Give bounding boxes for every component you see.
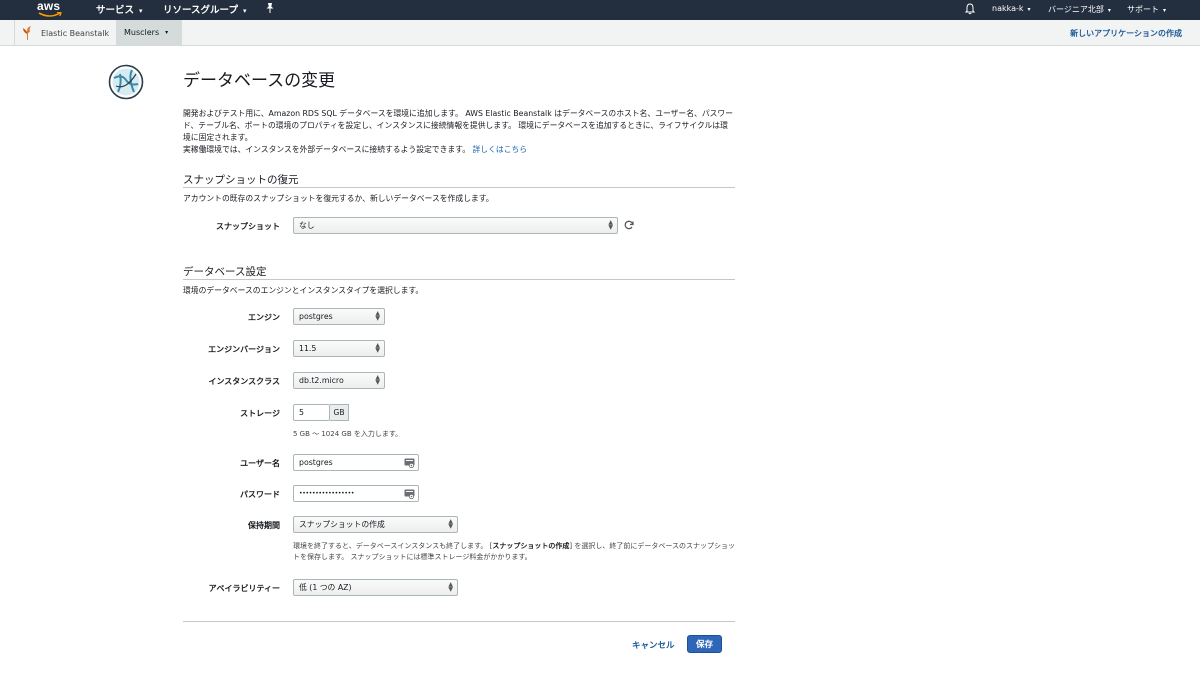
chevron-down-icon: ▾ [1163, 7, 1167, 14]
learn-more-link[interactable]: 詳しくはこちら [472, 145, 527, 154]
select-arrows-icon: ▲ ▼ [608, 219, 613, 231]
pin-icon[interactable] [265, 2, 275, 17]
page-title: データベースの変更 [183, 71, 336, 91]
select-arrows-icon: ▲ ▼ [375, 342, 380, 354]
create-new-application-link[interactable]: 新しいアプリケーションの作成 [1070, 28, 1182, 39]
storage-input-value: 5 [299, 408, 304, 417]
instance-class-label: インスタンスクラス [208, 377, 280, 386]
availability-select-value: 低 (1 つの AZ) [299, 583, 352, 592]
intro-text-2: 実稼働環境では、インスタンスを外部データベースに接続するよう設定できます。 [183, 145, 470, 154]
select-arrows-icon: ▲ ▼ [448, 581, 453, 593]
save-button[interactable]: 保存 [687, 635, 722, 653]
engine-select-value: postgres [299, 312, 333, 321]
storage-input[interactable]: 5 [293, 404, 330, 421]
select-arrows-icon: ▲ ▼ [375, 310, 380, 322]
instance-class-select[interactable]: db.t2.micro ▲ ▼ [293, 372, 385, 389]
password-label: パスワード [240, 490, 280, 499]
top-navbar: aws サービス ▾ リソースグループ ▾ nakka-k ▾ バージニア北部 ▾ サポ… [0, 0, 1200, 20]
chevron-down-icon: ▾ [1107, 7, 1111, 14]
services-menu-label: サービス [96, 5, 135, 16]
resource-groups-menu-label: リソースグループ [163, 5, 238, 16]
cancel-button[interactable]: キャンセル [632, 639, 675, 651]
account-menu[interactable]: nakka-k ▾ [992, 4, 1031, 13]
aws-smile-icon [38, 12, 62, 17]
password-input-value: ••••••••••••••••• [299, 490, 355, 497]
snapshot-section-description: アカウントの既存のスナップショットを復元するか、新しいデータベースを作成します。 [183, 194, 494, 203]
snapshot-label: スナップショット [216, 222, 280, 231]
aws-logo[interactable]: aws [36, 0, 64, 20]
availability-label: アベイラビリティー [208, 584, 280, 593]
database-settings-divider [183, 279, 735, 280]
intro-text: 開発およびテスト用に、Amazon RDS SQL データベースを環境に追加しま… [183, 109, 734, 142]
account-menu-label: nakka-k [992, 4, 1024, 13]
retention-help-text-1: 環境を終了すると、データベースインスタンスも終了します。 [ [293, 542, 493, 550]
engine-select[interactable]: postgres ▲ ▼ [293, 308, 385, 325]
services-menu[interactable]: サービス ▾ [96, 2, 143, 16]
footer-divider [183, 621, 735, 622]
support-menu[interactable]: サポート ▾ [1127, 4, 1166, 15]
password-manager-icon[interactable] [404, 458, 415, 468]
username-input[interactable]: postgres [293, 454, 419, 471]
engine-label: エンジン [248, 313, 280, 322]
password-input[interactable]: ••••••••••••••••• [293, 485, 419, 502]
snapshot-select[interactable]: なし ▲ ▼ [293, 217, 618, 234]
application-name: Musclers [124, 28, 160, 37]
retention-help-text: 環境を終了すると、データベースインスタンスも終了します。 [スナップショットの作… [293, 541, 740, 563]
password-manager-icon[interactable] [404, 489, 415, 499]
engine-version-select-value: 11.5 [299, 344, 317, 353]
select-arrows-icon: ▲ ▼ [375, 374, 380, 386]
elastic-beanstalk-icon [23, 26, 31, 40]
service-bar: Elastic Beanstalk Musclers ▾ 新しいアプリケーションの… [0, 20, 1200, 46]
refresh-icon[interactable] [624, 220, 634, 230]
snapshot-select-value: なし [299, 221, 315, 230]
username-input-value: postgres [299, 458, 333, 467]
snapshot-section-title: スナップショットの復元 [183, 174, 299, 186]
elastic-beanstalk-link[interactable]: Elastic Beanstalk [14, 20, 121, 46]
chevron-down-icon: ▾ [1027, 6, 1031, 13]
application-selector[interactable]: Musclers ▾ [116, 20, 182, 45]
select-arrows-icon: ▲ ▼ [448, 518, 453, 530]
chevron-down-icon: ▾ [139, 7, 143, 15]
storage-help-text: 5 GB 〜 1024 GB を入力します。 [293, 430, 403, 438]
retention-select-value: スナップショットの作成 [299, 520, 385, 529]
retention-help-text-bold: スナップショットの作成 [492, 542, 570, 550]
region-menu-label: バージニア北部 [1048, 5, 1104, 14]
region-menu[interactable]: バージニア北部 ▾ [1048, 4, 1111, 15]
chevron-down-icon: ▾ [165, 29, 169, 36]
snapshot-section-divider [183, 187, 735, 188]
availability-select[interactable]: 低 (1 つの AZ) ▲ ▼ [293, 579, 458, 596]
username-label: ユーザー名 [240, 459, 280, 468]
resource-groups-menu[interactable]: リソースグループ ▾ [163, 2, 246, 16]
retention-label: 保持期間 [248, 521, 280, 530]
chevron-down-icon: ▾ [242, 7, 247, 15]
database-globe-icon [108, 64, 144, 100]
support-menu-label: サポート [1127, 5, 1159, 14]
storage-label: ストレージ [240, 409, 280, 418]
storage-unit-addon: GB [330, 404, 349, 421]
intro-description: 開発およびテスト用に、Amazon RDS SQL データベースを環境に追加しま… [183, 108, 735, 156]
retention-select[interactable]: スナップショットの作成 ▲ ▼ [293, 516, 458, 533]
bell-icon[interactable] [964, 3, 976, 18]
engine-version-label: エンジンバージョン [208, 345, 280, 354]
elastic-beanstalk-label: Elastic Beanstalk [41, 28, 110, 38]
database-settings-description: 環境のデータベースのエンジンとインスタンスタイプを選択します。 [183, 286, 424, 295]
instance-class-select-value: db.t2.micro [299, 376, 344, 385]
engine-version-select[interactable]: 11.5 ▲ ▼ [293, 340, 385, 357]
database-settings-section-title: データベース設定 [183, 266, 267, 278]
